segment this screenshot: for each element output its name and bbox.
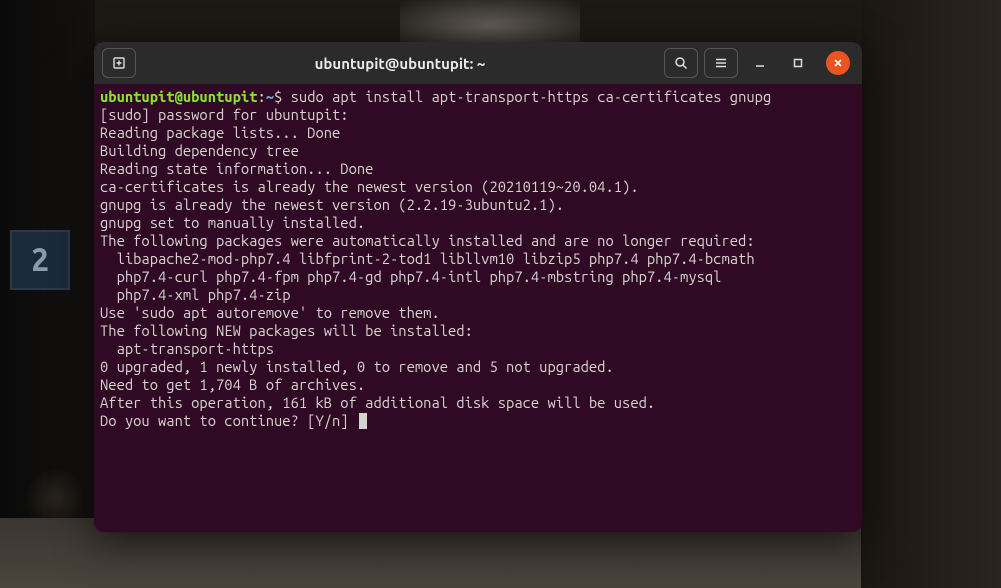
output-line: php7.4-xml php7.4-zip (100, 286, 291, 303)
prompt-colon: : (257, 88, 265, 105)
minimize-button[interactable] (744, 48, 776, 78)
search-button[interactable] (664, 48, 698, 78)
output-line: gnupg set to manually installed. (100, 214, 365, 231)
output-line: libapache2-mod-php7.4 libfprint-2-tod1 l… (100, 250, 755, 267)
output-line: Reading state information... Done (100, 160, 373, 177)
close-button[interactable] (826, 51, 850, 75)
search-icon (674, 56, 688, 70)
titlebar: ubuntupit@ubuntupit: ~ (94, 42, 862, 84)
output-line: Do you want to continue? [Y/n] (100, 412, 357, 429)
output-line: After this operation, 161 kB of addition… (100, 394, 655, 411)
bg-sign: 2 (10, 230, 70, 290)
new-tab-icon (112, 56, 126, 70)
bg-column (936, 50, 971, 530)
new-tab-button[interactable] (102, 48, 136, 78)
maximize-icon (792, 57, 804, 69)
menu-button[interactable] (704, 48, 738, 78)
prompt-user-host: ubuntupit@ubuntupit (100, 88, 257, 105)
output-line: apt-transport-https (100, 340, 274, 357)
output-line: Use 'sudo apt autoremove' to remove them… (100, 304, 440, 321)
hamburger-icon (714, 56, 728, 70)
terminal-body[interactable]: ubuntupit@ubuntupit:~$ sudo apt install … (94, 84, 862, 532)
output-line: The following NEW packages will be insta… (100, 322, 473, 339)
output-line: ca-certificates is already the newest ve… (100, 178, 639, 195)
terminal-cursor (359, 413, 367, 429)
output-line: 0 upgraded, 1 newly installed, 0 to remo… (100, 358, 614, 375)
output-line: The following packages were automaticall… (100, 232, 755, 249)
maximize-button[interactable] (782, 48, 814, 78)
output-line: [sudo] password for ubuntupit: (100, 106, 349, 123)
output-line: Reading package lists... Done (100, 124, 340, 141)
output-line: php7.4-curl php7.4-fpm php7.4-gd php7.4-… (100, 268, 721, 285)
prompt-path: ~ (266, 88, 274, 105)
close-icon (833, 58, 843, 68)
terminal-window: ubuntupit@ubuntupit: ~ (94, 42, 862, 532)
command-text: sudo apt install apt-transport-https ca-… (282, 88, 771, 105)
window-title: ubuntupit@ubuntupit: ~ (140, 55, 660, 72)
output-line: gnupg is already the newest version (2.2… (100, 196, 564, 213)
output-line: Need to get 1,704 B of archives. (100, 376, 365, 393)
minimize-icon (754, 57, 766, 69)
output-line: Building dependency tree (100, 142, 299, 159)
titlebar-right (664, 48, 854, 78)
